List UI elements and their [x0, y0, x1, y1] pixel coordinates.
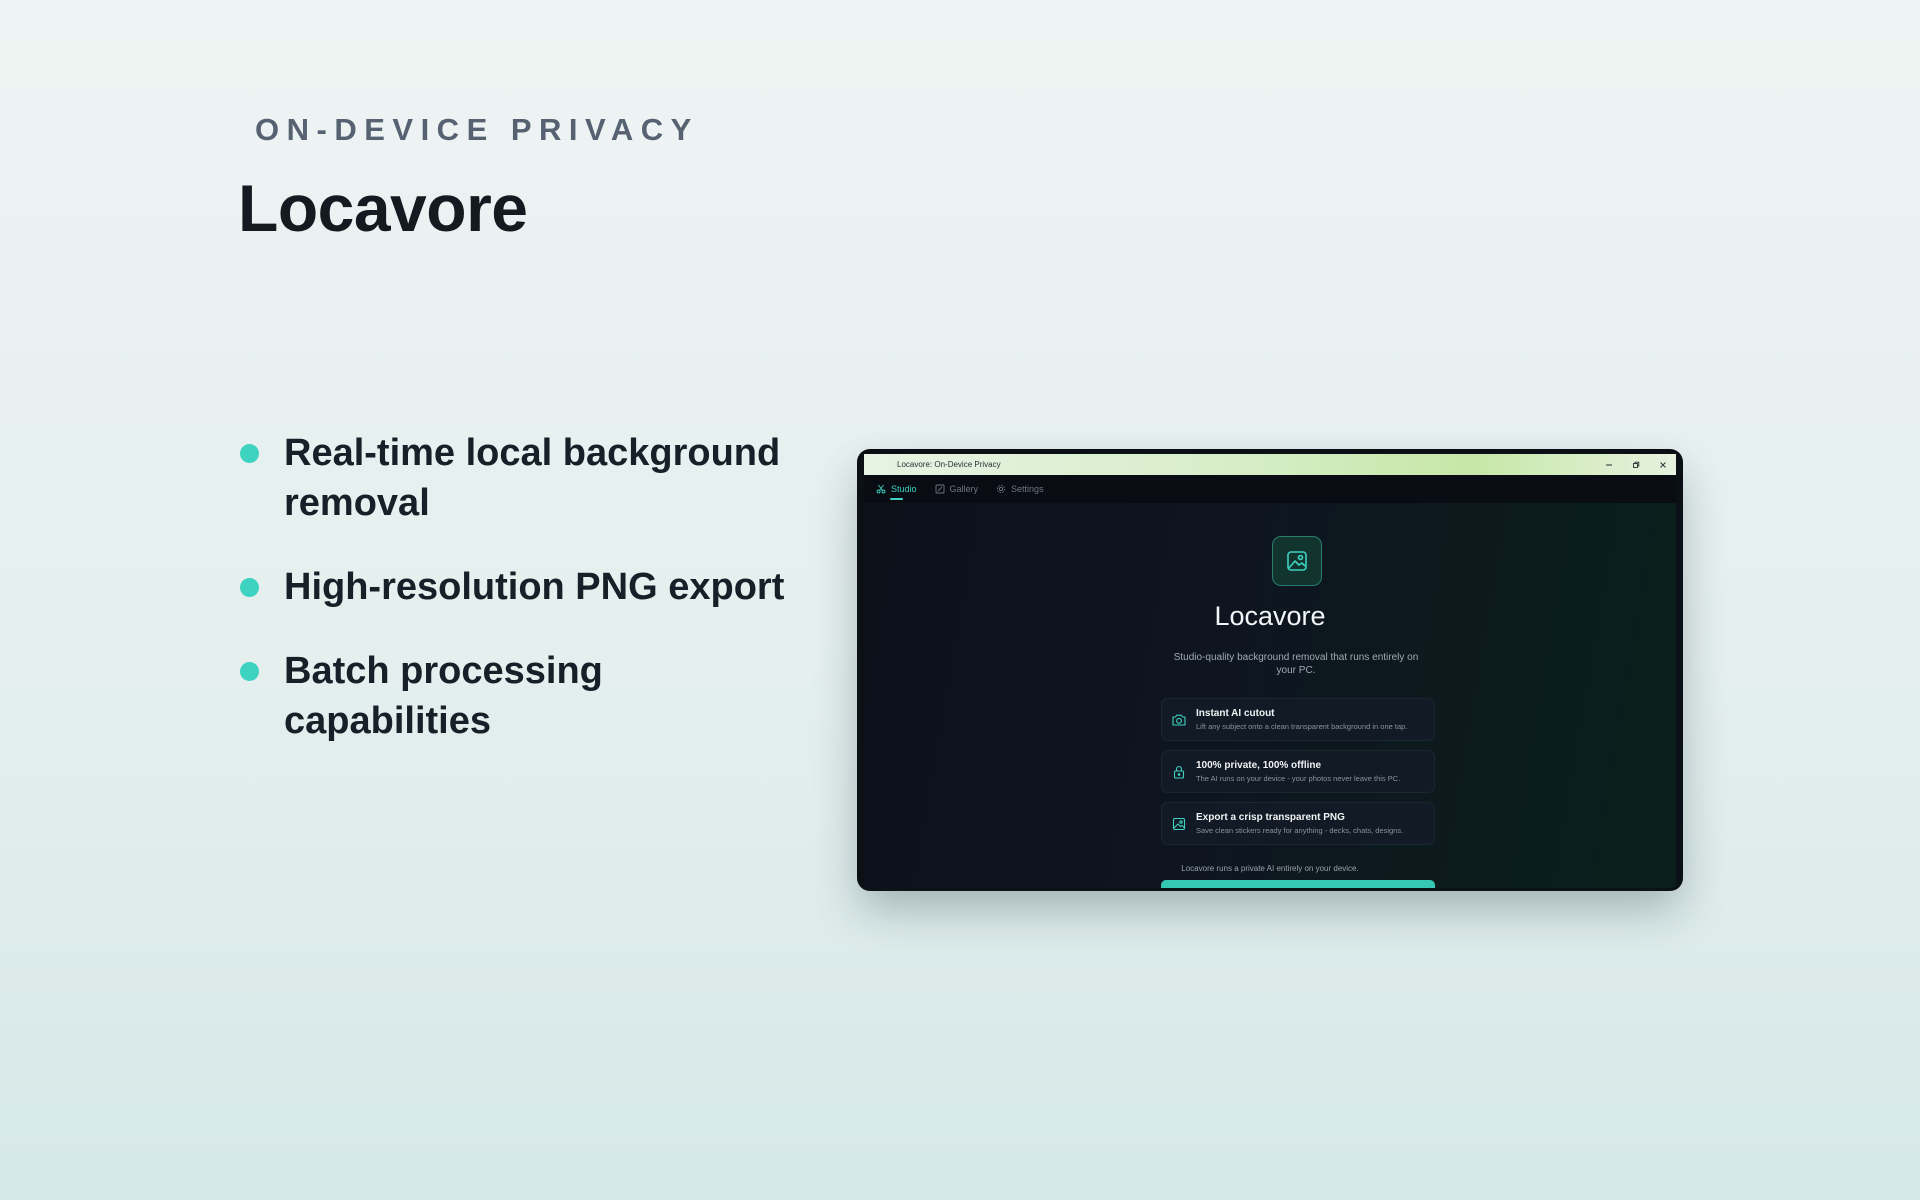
card-title: 100% private, 100% offline [1196, 760, 1322, 771]
gallery-icon [935, 484, 944, 494]
tab-settings[interactable]: Settings [996, 475, 1044, 503]
feature-item: High-resolution PNG export [238, 562, 818, 612]
window-title: Locavore: On-Device Privacy [897, 460, 1001, 469]
feature-list: Real-time local background removal High-… [238, 428, 818, 780]
feature-card-private: 100% private, 100% offline The AI runs o… [1161, 750, 1435, 793]
tab-label: Settings [1011, 484, 1044, 494]
tab-label: Gallery [949, 484, 979, 494]
card-title: Export a crisp transparent PNG [1196, 812, 1345, 823]
page-title: Locavore [238, 171, 528, 245]
tab-label: Studio [891, 484, 917, 494]
card-title: Instant AI cutout [1196, 708, 1275, 719]
section-eyebrow: ON-DEVICE PRIVACY [255, 112, 699, 147]
camera-icon [1172, 714, 1186, 726]
tab-studio[interactable]: Studio [876, 475, 917, 503]
close-button[interactable] [1649, 454, 1676, 475]
gear-icon [996, 484, 1006, 494]
app-window-screenshot: Locavore: On-Device Privacy Studio Galle… [860, 452, 1680, 888]
feature-text: Real-time local background removal [284, 432, 781, 524]
close-icon [1659, 461, 1666, 468]
feature-item: Real-time local background removal [238, 428, 818, 528]
restore-icon [1632, 461, 1639, 468]
feature-text: Batch processing capabilities [284, 650, 603, 742]
app-nav: Studio Gallery Settings [864, 475, 1676, 503]
active-tab-indicator [890, 498, 903, 500]
bullet-dot-icon [240, 578, 259, 597]
bullet-dot-icon [240, 662, 259, 681]
minimize-button[interactable] [1595, 454, 1622, 475]
hero-tagline: Studio-quality background removal that r… [1173, 652, 1419, 676]
feature-card-cutout: Instant AI cutout Lift any subject onto … [1161, 698, 1435, 741]
lock-icon [1173, 765, 1185, 779]
primary-action-button[interactable] [1161, 880, 1435, 888]
window-controls [1595, 454, 1676, 475]
footer-note: Locavore runs a private AI entirely on y… [1181, 864, 1359, 873]
feature-card-export: Export a crisp transparent PNG Save clea… [1161, 802, 1435, 845]
image-icon [1172, 817, 1186, 831]
card-description: Lift any subject onto a clean transparen… [1196, 722, 1408, 731]
window-titlebar: Locavore: On-Device Privacy [864, 454, 1676, 475]
restore-button[interactable] [1622, 454, 1649, 475]
minimize-icon [1605, 464, 1612, 465]
studio-content: Locavore Studio-quality background remov… [864, 503, 1676, 888]
hero-title: Locavore [1214, 601, 1326, 631]
tab-gallery[interactable]: Gallery [935, 475, 979, 503]
card-description: The AI runs on your device - your photos… [1196, 774, 1401, 783]
feature-item: Batch processing capabilities [238, 646, 818, 746]
image-icon [1287, 551, 1307, 571]
scissors-icon [876, 484, 886, 494]
bullet-dot-icon [240, 444, 259, 463]
feature-text: High-resolution PNG export [284, 566, 785, 608]
card-description: Save clean stickers ready for anything -… [1196, 826, 1404, 835]
app-logo [1272, 536, 1322, 586]
